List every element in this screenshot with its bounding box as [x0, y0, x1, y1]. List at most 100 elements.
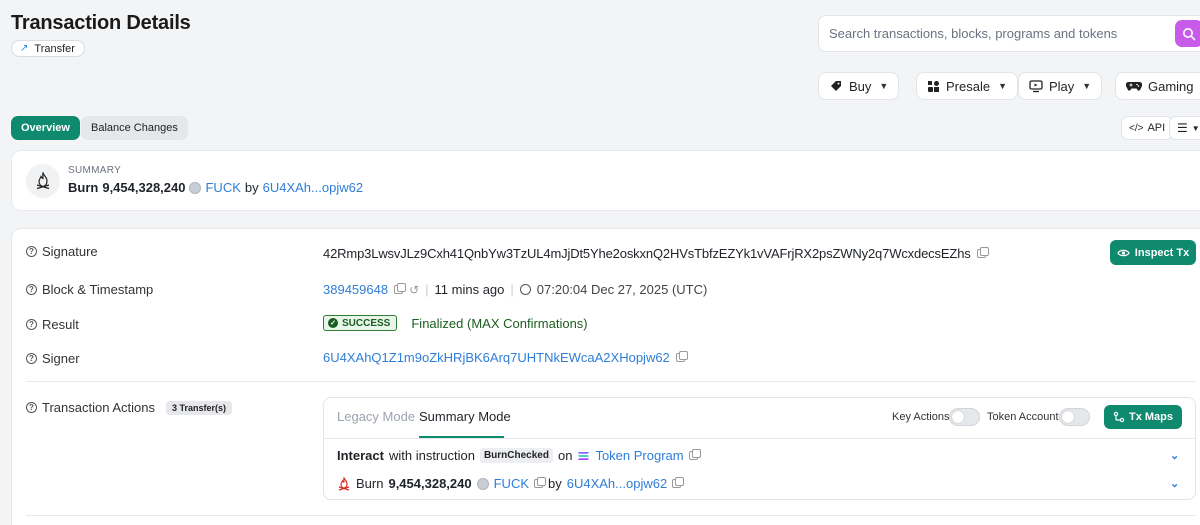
history-icon[interactable]: ↺	[409, 283, 419, 297]
tab-legacy-mode[interactable]: Legacy Mode	[337, 409, 415, 424]
action-row-interact: Interact with instruction BurnChecked on…	[337, 448, 701, 463]
block-label: Block & Timestamp	[42, 282, 154, 297]
key-actions-toggle[interactable]	[949, 408, 980, 426]
separator: |	[510, 282, 514, 297]
search-input[interactable]: Search transactions, blocks, programs an…	[818, 15, 1200, 52]
copy-icon[interactable]	[672, 477, 685, 488]
help-icon: ?	[26, 246, 37, 257]
signature-label: Signature	[42, 244, 98, 259]
chevron-down-icon: ▼	[879, 81, 889, 91]
instruction-chip: BurnChecked	[479, 448, 553, 463]
summary-label: SUMMARY	[68, 165, 122, 176]
block-row-label: ? Block & Timestamp	[26, 282, 153, 297]
token-account-toggle[interactable]	[1059, 408, 1090, 426]
divider	[26, 381, 1196, 382]
list-view-menu-button[interactable]: ☰ ▼	[1169, 116, 1200, 140]
result-label: Result	[42, 317, 79, 332]
presale-menu-button[interactable]: Presale ▼	[916, 72, 1018, 100]
timestamp: 07:20:04 Dec 27, 2025 (UTC)	[536, 282, 708, 297]
program-link[interactable]: Token Program	[595, 448, 683, 463]
result-row-label: ? Result	[26, 317, 79, 332]
search-placeholder: Search transactions, blocks, programs an…	[829, 26, 1118, 41]
tab-balance-changes[interactable]: Balance Changes	[81, 116, 188, 140]
code-icon: </>	[1129, 122, 1144, 134]
summary-action: Burn	[68, 180, 99, 195]
signer-value: 6U4XAhQ1Z1m9oZkHRjBK6Arq7UHTNkEWcaA2XHop…	[323, 350, 688, 365]
chevron-down-icon: ▼	[1082, 81, 1092, 91]
transfer-count-badge: 3 Transfer(s)	[165, 400, 232, 415]
token-account-label: Token Account	[987, 411, 1059, 423]
separator: |	[425, 282, 429, 297]
interact-label: Interact	[337, 448, 384, 463]
key-actions-label: Key Actions	[892, 411, 950, 423]
presale-label: Presale	[946, 78, 991, 94]
with-instruction-text: with instruction	[388, 448, 475, 463]
burn-icon-avatar	[26, 164, 60, 198]
tx-maps-button[interactable]: Tx Maps	[1104, 405, 1182, 429]
help-icon: ?	[26, 353, 37, 364]
gamepad-icon	[1126, 81, 1142, 91]
signer-row-label: ? Signer	[26, 351, 80, 366]
gaming-label: Gaming	[1148, 78, 1194, 94]
burn-by: by	[548, 476, 562, 491]
fire-icon	[36, 172, 50, 190]
eye-icon	[1117, 249, 1130, 256]
on-text: on	[557, 448, 573, 463]
page-title: Transaction Details	[11, 12, 191, 34]
tab-summary-mode[interactable]: Summary Mode	[419, 409, 511, 424]
help-icon: ?	[26, 284, 37, 295]
relative-time: 11 mins ago	[434, 282, 505, 297]
signer-label: Signer	[42, 351, 80, 366]
help-icon: ?	[26, 402, 37, 413]
copy-icon[interactable]	[675, 351, 688, 362]
status-badge: ✓ SUCCESS	[323, 315, 398, 331]
play-menu-button[interactable]: Play ▼	[1018, 72, 1103, 100]
fire-icon	[338, 476, 350, 491]
signature-row-label: ? Signature	[26, 244, 98, 259]
clock-icon	[519, 284, 531, 295]
search-icon	[1183, 28, 1196, 41]
copy-icon[interactable]	[688, 449, 701, 460]
help-icon: ?	[26, 319, 37, 330]
summary-text: Burn 9,454,328,240 FUCK by 6U4XAh...opjw…	[68, 180, 363, 195]
inspect-tx-button[interactable]: Inspect Tx	[1110, 240, 1196, 265]
summary-account-link[interactable]: 6U4XAh...opjw62	[263, 180, 363, 195]
actions-label: Transaction Actions	[42, 400, 155, 415]
summary-by: by	[244, 180, 259, 195]
burn-account-link[interactable]: 6U4XAh...opjw62	[567, 476, 667, 491]
token-icon	[189, 181, 202, 194]
play-label: Play	[1049, 78, 1075, 94]
block-link[interactable]: 389459648	[323, 282, 388, 297]
search-button[interactable]	[1175, 20, 1200, 47]
inspect-tx-label: Inspect Tx	[1134, 246, 1190, 259]
copy-icon[interactable]	[394, 283, 407, 294]
expand-chevron-icon[interactable]: ⌄	[1170, 477, 1179, 490]
monitor-icon	[1029, 79, 1043, 92]
api-label: API	[1147, 122, 1166, 134]
list-icon: ☰	[1177, 121, 1188, 135]
transaction-type-label: Transfer	[34, 42, 75, 55]
summary-token-link[interactable]: FUCK	[205, 180, 240, 195]
burn-amount: 9,454,328,240	[388, 476, 472, 491]
api-button[interactable]: </> API	[1121, 116, 1174, 140]
map-route-icon	[1113, 411, 1125, 423]
burn-action-label: Burn	[356, 476, 384, 491]
token-icon	[476, 477, 489, 490]
signature-value: 42Rmp3LwsvJLz9Cxh41QnbYw3TzUL4mJjDt5Yhe2…	[323, 246, 989, 261]
gaming-menu-button[interactable]: Gaming ▼	[1115, 72, 1200, 100]
tab-overview[interactable]: Overview	[11, 116, 80, 140]
copy-icon[interactable]	[534, 477, 546, 488]
buy-menu-button[interactable]: Buy ▼	[818, 72, 900, 100]
signer-link[interactable]: 6U4XAhQ1Z1m9oZkHRjBK6Arq7UHTNkEWcaA2XHop…	[323, 350, 670, 365]
chevron-down-icon: ▼	[1191, 123, 1200, 133]
divider	[324, 438, 1195, 439]
block-value: 389459648 ↺ | 11 mins ago | 07:20:04 Dec…	[323, 282, 707, 297]
status-text: SUCCESS	[342, 317, 391, 329]
burn-token-link[interactable]: FUCK	[494, 476, 529, 491]
copy-icon[interactable]	[976, 247, 989, 258]
expand-chevron-icon[interactable]: ⌄	[1170, 449, 1179, 462]
result-value: ✓ SUCCESS Finalized (MAX Confirmations)	[323, 315, 588, 331]
buy-label: Buy	[849, 78, 872, 94]
tx-maps-label: Tx Maps	[1128, 411, 1173, 423]
arrow-up-right-icon: ↗	[20, 43, 29, 54]
